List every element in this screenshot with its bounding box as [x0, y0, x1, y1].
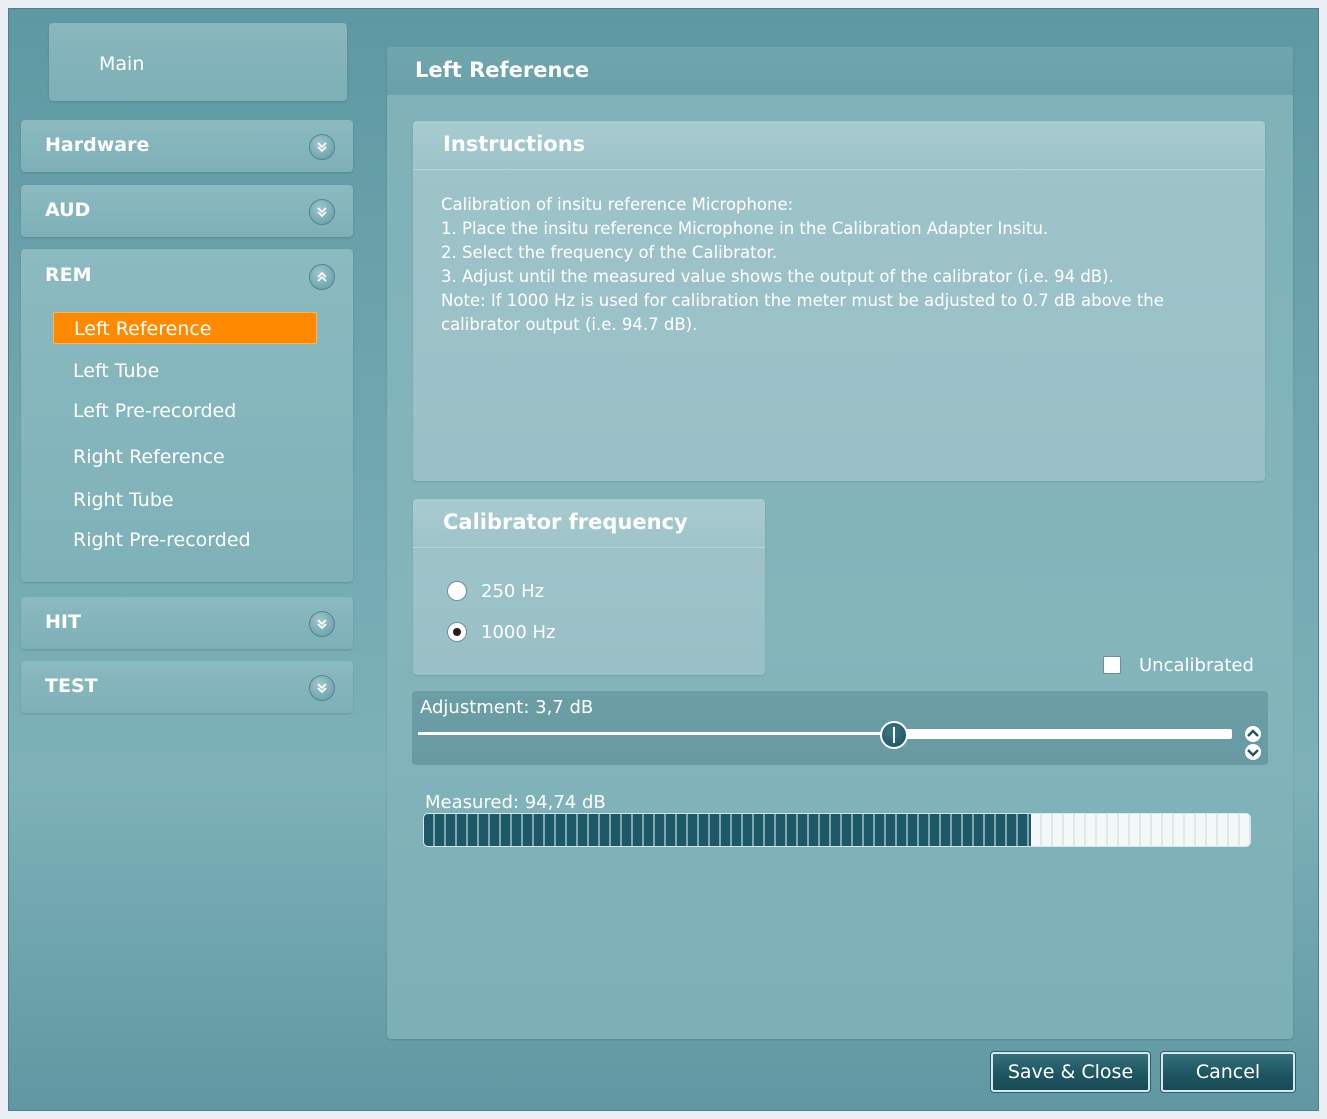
main-header: Left Reference: [387, 47, 1293, 95]
instructions-text: Calibration of insitu reference Micropho…: [441, 193, 1241, 337]
slider-track-left: [418, 732, 894, 735]
sidebar-section-rem: REM Left Reference Left Tube Left Pre-re…: [21, 249, 353, 582]
adjustment-slider[interactable]: [418, 729, 1232, 739]
save-close-button[interactable]: Save & Close: [991, 1052, 1150, 1092]
measured-level-meter: [423, 813, 1251, 847]
settings-window: Main Hardware AUD REM Left Reference Lef…: [8, 8, 1319, 1111]
sidebar-item-left-pre-recorded[interactable]: Left Pre-recorded: [53, 395, 317, 427]
section-label: AUD: [45, 199, 91, 221]
instructions-title: Instructions: [443, 132, 586, 156]
instruction-line: calibrator output (i.e. 94.7 dB).: [441, 315, 698, 334]
instructions-header: Instructions: [413, 121, 1265, 170]
sidebar-section-aud[interactable]: AUD: [21, 185, 353, 237]
sidebar-item-left-tube[interactable]: Left Tube: [53, 355, 317, 387]
sidebar-item-right-tube[interactable]: Right Tube: [53, 484, 317, 516]
sidebar-item-left-reference[interactable]: Left Reference: [53, 312, 317, 344]
instruction-line: 3. Adjust until the measured value shows…: [441, 267, 1114, 286]
sidebar-item-right-reference[interactable]: Right Reference: [53, 441, 317, 473]
calibrator-frequency-box: Calibrator frequency 250 Hz 1000 Hz: [413, 499, 765, 675]
uncalibrated-checkbox[interactable]: Uncalibrated: [1103, 653, 1254, 677]
calibrator-frequency-header: Calibrator frequency: [413, 499, 765, 548]
radio-label: 250 Hz: [481, 580, 545, 602]
slider-thumb[interactable]: [880, 721, 908, 749]
instructions-box: Instructions Calibration of insitu refer…: [413, 121, 1265, 481]
sidebar-main-label: Main: [99, 53, 145, 75]
page-title: Left Reference: [415, 58, 590, 82]
radio-button[interactable]: [447, 622, 467, 642]
adjustment-panel: Adjustment: 3,7 dB: [412, 691, 1268, 765]
section-label: Hardware: [45, 134, 150, 156]
measured-label: Measured: 94,74 dB: [425, 792, 606, 813]
sidebar-section-test[interactable]: TEST: [21, 661, 353, 713]
main-panel: Left Reference Instructions Calibration …: [387, 47, 1293, 1039]
instruction-line: Calibration of insitu reference Micropho…: [441, 195, 794, 214]
chevron-down-icon[interactable]: [309, 199, 335, 225]
sidebar-main-tab[interactable]: Main: [49, 23, 347, 101]
section-label: TEST: [45, 675, 98, 697]
radio-1000hz[interactable]: 1000 Hz: [447, 618, 556, 646]
radio-button[interactable]: [447, 581, 467, 601]
chevron-down-icon[interactable]: [309, 675, 335, 701]
section-label[interactable]: REM: [45, 264, 92, 286]
instruction-line: Note: If 1000 Hz is used for calibration…: [441, 291, 1164, 310]
chevron-down-icon[interactable]: [309, 134, 335, 160]
section-label: HIT: [45, 611, 81, 633]
instruction-line: 2. Select the frequency of the Calibrato…: [441, 243, 778, 262]
sidebar-section-hit[interactable]: HIT: [21, 597, 353, 649]
radio-label: 1000 Hz: [481, 621, 556, 643]
up-down-arrows-icon[interactable]: [1242, 723, 1264, 763]
chevron-up-icon[interactable]: [309, 264, 335, 290]
chevron-down-icon[interactable]: [309, 611, 335, 637]
adjustment-label: Adjustment: 3,7 dB: [420, 697, 594, 718]
meter-fill: [424, 814, 1032, 846]
instruction-line: 1. Place the insitu reference Microphone…: [441, 219, 1049, 238]
radio-250hz[interactable]: 250 Hz: [447, 577, 544, 605]
calibrator-frequency-title: Calibrator frequency: [443, 510, 688, 534]
uncalibrated-label: Uncalibrated: [1139, 654, 1254, 676]
meter-empty: [1031, 814, 1250, 846]
adjustment-stepper[interactable]: [1242, 723, 1264, 763]
sidebar-section-hardware[interactable]: Hardware: [21, 120, 353, 172]
sidebar-item-right-pre-recorded[interactable]: Right Pre-recorded: [53, 524, 317, 556]
checkbox[interactable]: [1103, 656, 1121, 674]
slider-track-right: [894, 729, 1232, 739]
cancel-button[interactable]: Cancel: [1161, 1052, 1295, 1092]
